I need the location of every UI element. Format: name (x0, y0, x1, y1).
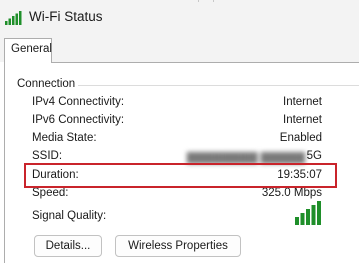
duration-row: Duration: 19:35:07 (0, 169, 359, 185)
ipv4-label: IPv4 Connectivity: (32, 96, 125, 108)
speed-label: Speed: (32, 187, 69, 199)
ipv6-value: Internet (283, 114, 322, 126)
ssid-redacted-value: ▇▇▇▇▇▇▇▇ ▇▇▇▇▇ (186, 152, 305, 164)
tab-general[interactable]: General (4, 38, 52, 63)
media-state-value: Enabled (279, 132, 322, 144)
speed-value: 325.0 Mbps (261, 187, 322, 199)
connection-group-label: Connection (17, 78, 76, 90)
ssid-row: SSID: ▇▇▇▇▇▇▇▇ ▇▇▇▇▇ 5G (0, 150, 359, 166)
wireless-properties-button[interactable]: Wireless Properties (115, 235, 241, 257)
ipv6-label: IPv6 Connectivity: (32, 114, 125, 126)
ipv4-row: IPv4 Connectivity: Internet (0, 96, 359, 112)
wifi-signal-icon (5, 11, 22, 25)
ipv4-value: Internet (283, 96, 322, 108)
ssid-label: SSID: (32, 150, 63, 162)
details-button[interactable]: Details... (34, 235, 102, 257)
window-title: Wi-Fi Status (29, 9, 103, 24)
window-edge (198, 0, 214, 2)
duration-label: Duration: (32, 169, 79, 181)
media-state-row: Media State: Enabled (0, 132, 359, 148)
signal-strength-icon (295, 201, 321, 225)
duration-value: 19:35:07 (277, 169, 322, 181)
media-state-label: Media State: (32, 132, 97, 144)
ipv6-row: IPv6 Connectivity: Internet (0, 114, 359, 130)
signal-quality-label: Signal Quality: (32, 210, 107, 222)
tab-strip (0, 36, 359, 62)
group-divider (78, 85, 359, 86)
ssid-band: 5G (306, 150, 322, 162)
